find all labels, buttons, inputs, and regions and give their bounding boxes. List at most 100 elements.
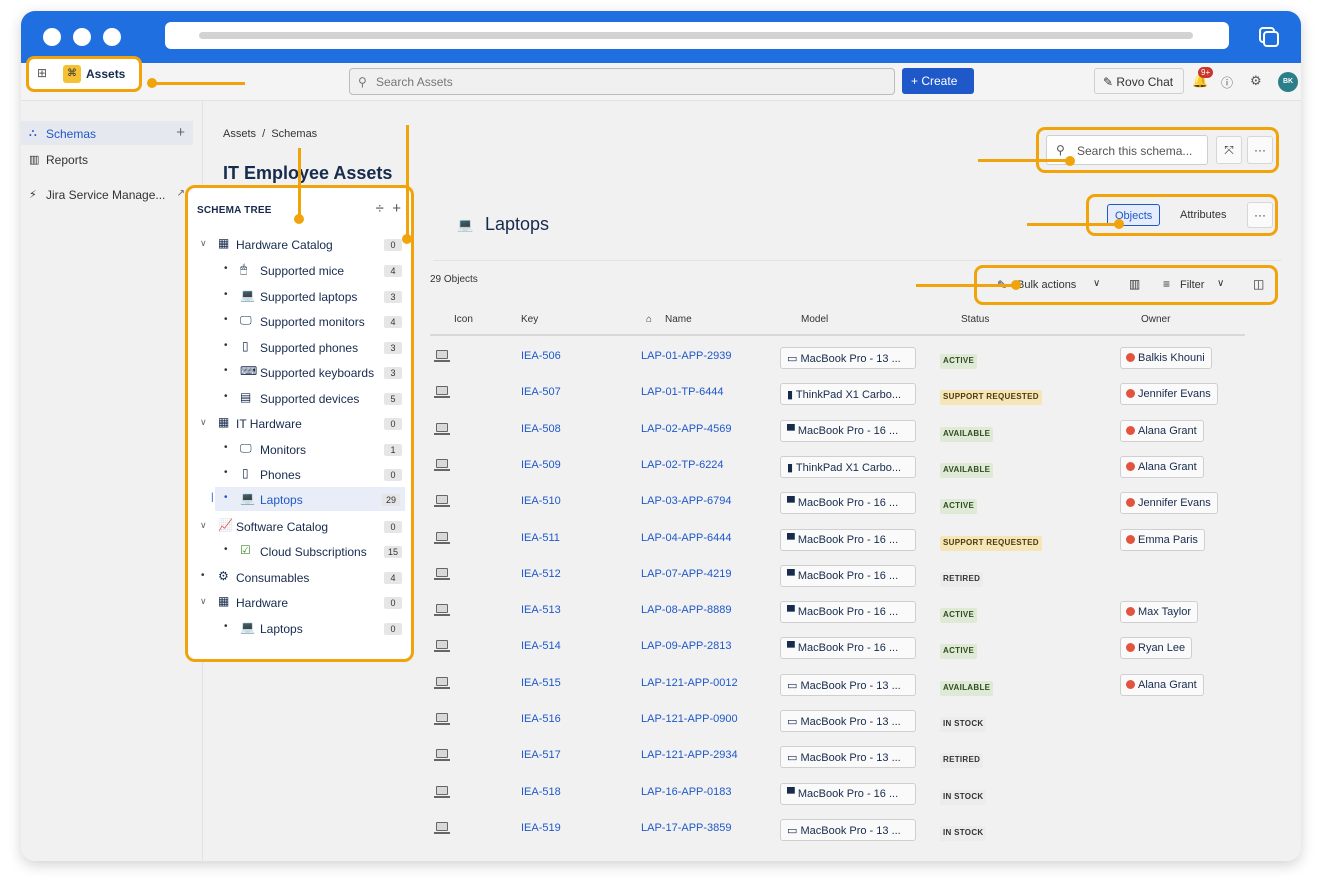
table-row[interactable]: IEA-512 LAP-07-APP-4219 ▀ MacBook Pro - 16…	[430, 558, 1245, 594]
model-chip[interactable]: ▀ MacBook Pro - 16 ...	[780, 601, 916, 624]
object-name-link[interactable]: LAP-04-APP-6444	[641, 532, 732, 544]
search-assets-input[interactable]: ⚲ Search Assets	[349, 68, 895, 95]
table-row[interactable]: IEA-519 LAP-17-APP-3859 ▭ MacBook Pro - 13…	[430, 812, 1245, 848]
object-name-link[interactable]: LAP-07-APP-4219	[641, 568, 732, 580]
table-row[interactable]: IEA-518 LAP-16-APP-0183 ▀ MacBook Pro - 16…	[430, 776, 1245, 812]
owner-chip[interactable]: Alana Grant	[1120, 455, 1204, 478]
columns-icon[interactable]: ▥	[1129, 277, 1140, 291]
object-key-link[interactable]: IEA-519	[521, 822, 561, 834]
object-key-link[interactable]: IEA-515	[521, 677, 561, 689]
model-chip[interactable]: ▮ ThinkPad X1 Carbo...	[780, 383, 916, 406]
object-name-link[interactable]: LAP-03-APP-6794	[641, 495, 732, 507]
chevron-down-icon[interactable]: ∨	[1093, 278, 1100, 289]
model-chip[interactable]: ▭ MacBook Pro - 13 ...	[780, 818, 916, 841]
tree-node-cloud-subscriptions[interactable]: • ☑ Cloud Subscriptions 15	[218, 539, 405, 563]
chevron-down-icon[interactable]: ∨	[200, 238, 207, 249]
add-object-type-icon[interactable]: +	[392, 200, 401, 217]
object-key-link[interactable]: IEA-512	[521, 568, 561, 580]
schema-more-button[interactable]: ···	[1247, 136, 1273, 164]
model-chip[interactable]: ▭ MacBook Pro - 13 ...	[780, 347, 916, 369]
table-row[interactable]: IEA-517 LAP-121-APP-2934 ▭ MacBook Pro - 1…	[430, 739, 1245, 775]
table-row[interactable]: IEA-515 LAP-121-APP-0012 ▭ MacBook Pro - 1…	[430, 667, 1245, 703]
object-type-more-button[interactable]: ···	[1247, 202, 1273, 228]
owner-chip[interactable]: Max Taylor	[1120, 601, 1198, 624]
object-name-link[interactable]: LAP-01-APP-2939	[641, 350, 732, 362]
owner-chip[interactable]: Alana Grant	[1120, 419, 1204, 442]
model-chip[interactable]: ▀ MacBook Pro - 16 ...	[780, 419, 916, 442]
owner-chip[interactable]: Ryan Lee	[1120, 637, 1193, 660]
external-link-icon[interactable]: ↗	[177, 188, 185, 199]
table-row[interactable]: IEA-514 LAP-09-APP-2813 ▀ MacBook Pro - 16…	[430, 630, 1245, 666]
tree-node-supported-monitors[interactable]: • 🖵 Supported monitors 4	[218, 309, 405, 333]
copy-tabs-icon[interactable]	[1257, 25, 1281, 49]
object-name-link[interactable]: LAP-121-APP-2934	[641, 749, 738, 761]
chevron-down-icon[interactable]: ∨	[1217, 278, 1224, 289]
object-name-link[interactable]: LAP-17-APP-3859	[641, 822, 732, 834]
owner-chip[interactable]: Jennifer Evans	[1120, 383, 1218, 406]
object-key-link[interactable]: IEA-516	[521, 713, 561, 725]
filter-button[interactable]: Filter	[1180, 279, 1204, 291]
tree-node-it-hardware[interactable]: ∨ ▦ IT Hardware 0	[200, 411, 405, 435]
window-maximize-dot[interactable]	[103, 28, 121, 46]
object-key-link[interactable]: IEA-517	[521, 749, 561, 761]
sidebar-item-jira[interactable]: ⚡ Jira Service Manage... ↗	[21, 182, 193, 206]
owner-chip[interactable]: Jennifer Evans	[1120, 492, 1218, 515]
address-bar[interactable]	[165, 22, 1229, 49]
app-switcher-assets[interactable]: ⊞ ⌘ Assets	[26, 56, 142, 92]
object-name-link[interactable]: LAP-121-APP-0900	[641, 713, 738, 725]
object-name-link[interactable]: LAP-09-APP-2813	[641, 640, 732, 652]
collapse-all-icon[interactable]: ÷	[376, 200, 384, 217]
chevron-down-icon[interactable]: ∨	[200, 417, 207, 428]
tree-node-supported-mice[interactable]: • 🖱 Supported mice 4	[218, 258, 405, 282]
model-chip[interactable]: ▭ MacBook Pro - 13 ...	[780, 746, 916, 769]
table-row[interactable]: IEA-516 LAP-121-APP-0900 ▭ MacBook Pro - 1…	[430, 703, 1245, 739]
table-row[interactable]: IEA-507 LAP-01-TP-6444 ▮ ThinkPad X1 Carbo…	[430, 376, 1245, 412]
object-key-link[interactable]: IEA-509	[521, 459, 561, 471]
object-name-link[interactable]: LAP-02-TP-6224	[641, 459, 724, 471]
object-key-link[interactable]: IEA-514	[521, 640, 561, 652]
table-row[interactable]: IEA-508 LAP-02-APP-4569 ▀ MacBook Pro - 16…	[430, 413, 1245, 449]
object-name-link[interactable]: LAP-08-APP-8889	[641, 604, 732, 616]
model-chip[interactable]: ▀ MacBook Pro - 16 ...	[780, 528, 916, 551]
sidebar-item-reports[interactable]: ▥ Reports	[21, 147, 193, 171]
object-key-link[interactable]: IEA-510	[521, 495, 561, 507]
avatar[interactable]: BK	[1278, 72, 1298, 92]
object-name-link[interactable]: LAP-02-APP-4569	[641, 423, 732, 435]
object-name-link[interactable]: LAP-01-TP-6444	[641, 386, 724, 398]
object-key-link[interactable]: IEA-511	[521, 532, 560, 544]
window-close-dot[interactable]	[43, 28, 61, 46]
help-icon[interactable]: ⓘ	[1221, 74, 1233, 91]
chevron-down-icon[interactable]: ∨	[200, 520, 207, 531]
object-key-link[interactable]: IEA-506	[521, 350, 561, 362]
tree-node-laptops-selected[interactable]: | • 💻 Laptops 29	[211, 487, 405, 511]
add-schema-icon[interactable]: +	[176, 124, 185, 141]
tree-node-supported-phones[interactable]: • ▯ Supported phones 3	[218, 335, 405, 359]
model-chip[interactable]: ▭ MacBook Pro - 13 ...	[780, 673, 916, 696]
tree-node-monitors[interactable]: • 🖵 Monitors 1	[218, 437, 405, 461]
chevron-down-icon[interactable]: ∨	[200, 596, 207, 607]
tree-node-hardware[interactable]: ∨ ▦ Hardware 0	[200, 590, 405, 614]
tree-node-supported-laptops[interactable]: • 💻 Supported laptops 3	[218, 284, 405, 308]
model-chip[interactable]: ▮ ThinkPad X1 Carbo...	[780, 455, 916, 478]
gear-icon[interactable]: ⚙	[1250, 73, 1262, 89]
detail-panel-icon[interactable]: ◫	[1253, 277, 1264, 291]
tree-node-software-catalog[interactable]: ∨ 📈 Software Catalog 0	[200, 514, 405, 538]
model-chip[interactable]: ▀ MacBook Pro - 16 ...	[780, 637, 916, 660]
owner-chip[interactable]: Alana Grant	[1120, 673, 1204, 696]
table-row[interactable]: IEA-509 LAP-02-TP-6224 ▮ ThinkPad X1 Carbo…	[430, 449, 1245, 485]
table-row[interactable]: IEA-513 LAP-08-APP-8889 ▀ MacBook Pro - 16…	[430, 594, 1245, 630]
object-key-link[interactable]: IEA-518	[521, 786, 561, 798]
table-row[interactable]: IEA-506 LAP-01-APP-2939 ▭ MacBook Pro - 13…	[430, 340, 1245, 376]
window-minimize-dot[interactable]	[73, 28, 91, 46]
tree-node-consumables[interactable]: • ⚙ Consumables 4	[200, 565, 405, 589]
model-chip[interactable]: ▭ MacBook Pro - 13 ...	[780, 710, 916, 732]
table-row[interactable]: IEA-511 LAP-04-APP-6444 ▀ MacBook Pro - 16…	[430, 522, 1245, 558]
bulk-actions-button[interactable]: Bulk actions	[1017, 279, 1076, 291]
sidebar-item-schemas[interactable]: ⛬ Schemas +	[21, 121, 193, 145]
tree-node-supported-devices[interactable]: • ▤ Supported devices 5	[218, 386, 405, 410]
model-chip[interactable]: ▀ MacBook Pro - 16 ...	[780, 564, 916, 587]
tree-node-hardware-catalog[interactable]: ∨ ▦ Hardware Catalog 0	[200, 232, 405, 256]
model-chip[interactable]: ▀ MacBook Pro - 16 ...	[780, 782, 916, 805]
table-row[interactable]: IEA-510 LAP-03-APP-6794 ▀ MacBook Pro - 16…	[430, 485, 1245, 521]
owner-chip[interactable]: Emma Paris	[1120, 528, 1205, 551]
